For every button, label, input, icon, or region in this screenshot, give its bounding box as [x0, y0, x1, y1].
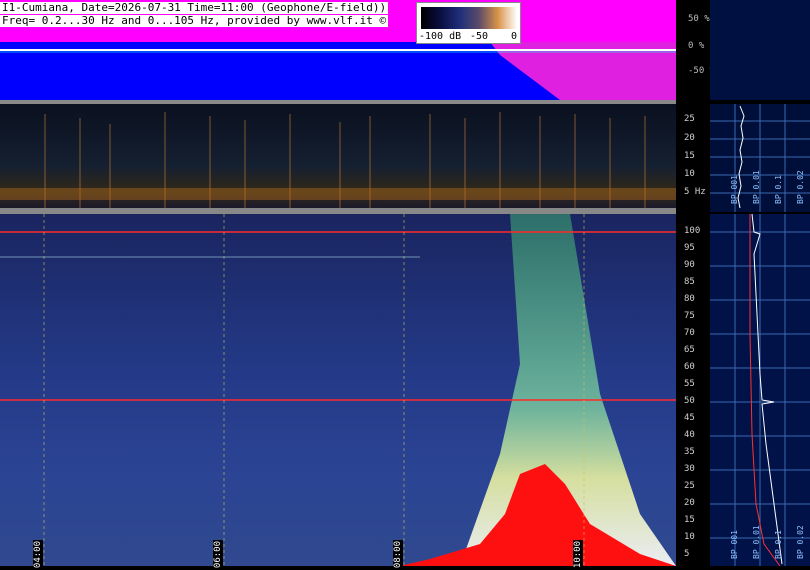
- scale-label-max: 0: [511, 31, 518, 42]
- color-scale: -100 dB -50 0: [416, 2, 521, 44]
- main-axis-tick: 100: [684, 226, 701, 236]
- main-axis-tick: 50: [684, 396, 695, 406]
- profile-label: BP 0.1: [774, 530, 783, 559]
- header-line-2: Freq= 0.2...30 Hz and 0...105 Hz, provid…: [0, 14, 389, 27]
- strip-axis-label: 50 %: [688, 14, 710, 24]
- main-axis-tick: 90: [684, 260, 695, 270]
- low-spectrogram-graphic: [0, 112, 676, 208]
- main-profile-grid: [710, 214, 810, 566]
- low-axis-tick: 10: [684, 169, 695, 179]
- main-axis-tick: 25: [684, 481, 695, 491]
- profile-label: BP 001: [730, 175, 739, 204]
- time-marker-label: 04:00: [33, 540, 43, 570]
- profile-label: BP 0.01: [752, 525, 761, 559]
- main-axis-tick: 20: [684, 498, 695, 508]
- main-axis-tick: 45: [684, 413, 695, 423]
- scale-label-mid: -50: [470, 31, 489, 42]
- time-domain-strip: I1-Cumiana, Date=2026-07-31 Time=11:00 (…: [0, 0, 676, 100]
- profile-label: BP 0.02: [796, 525, 805, 559]
- time-marker-label: 06:00: [213, 540, 223, 570]
- profile-label: BP 0.01: [752, 170, 761, 204]
- main-axis-tick: 55: [684, 379, 695, 389]
- low-profile-panel: BP 001 BP 0.01 BP 0.1 BP 0.02: [710, 104, 810, 212]
- low-axis-tick: 15: [684, 151, 695, 161]
- vlf-spectrogram-display: I1-Cumiana, Date=2026-07-31 Time=11:00 (…: [0, 0, 810, 570]
- main-profile-graphic: [710, 213, 810, 567]
- main-axis-tick: 10: [684, 532, 695, 542]
- profile-label: BP 0.1: [774, 175, 783, 204]
- main-spectrogram-graphic: [0, 214, 676, 566]
- main-axis-tick: 30: [684, 464, 695, 474]
- time-marker-label: 10:00: [573, 540, 583, 570]
- low-frequency-spectrogram: [0, 104, 676, 208]
- main-axis-tick: 65: [684, 345, 695, 355]
- main-axis-tick: 80: [684, 294, 695, 304]
- main-axis-tick: 15: [684, 515, 695, 525]
- low-axis-tick: 20: [684, 133, 695, 143]
- main-profile-panel: BP 001 BP 0.01 BP 0.1 BP 0.02: [710, 213, 810, 567]
- main-axis-tick: 70: [684, 328, 695, 338]
- main-axis-tick: 95: [684, 243, 695, 253]
- profile-label: BP 0.02: [796, 170, 805, 204]
- main-axis-tick: 40: [684, 430, 695, 440]
- profile-label: BP 001: [730, 530, 739, 559]
- low-spectrogram-floor-band: [0, 188, 676, 200]
- scale-label-min: -100 dB: [419, 31, 462, 42]
- low-axis-tick: 25: [684, 114, 695, 124]
- main-axis-tick: 75: [684, 311, 695, 321]
- strip-profile-panel: [710, 0, 810, 100]
- time-marker-label: 08:00: [393, 540, 403, 570]
- main-spectrogram: [0, 214, 676, 566]
- strip-axis-label: 0 %: [688, 41, 705, 51]
- main-axis-tick: 35: [684, 447, 695, 457]
- main-axis-tick: 5: [684, 549, 690, 559]
- header-line-1: I1-Cumiana, Date=2026-07-31 Time=11:00 (…: [0, 1, 389, 14]
- color-scale-bar: [421, 7, 517, 29]
- low-axis-tick: 5 Hz: [684, 187, 706, 197]
- main-axis-tick: 60: [684, 362, 695, 372]
- main-axis-tick: 85: [684, 277, 695, 287]
